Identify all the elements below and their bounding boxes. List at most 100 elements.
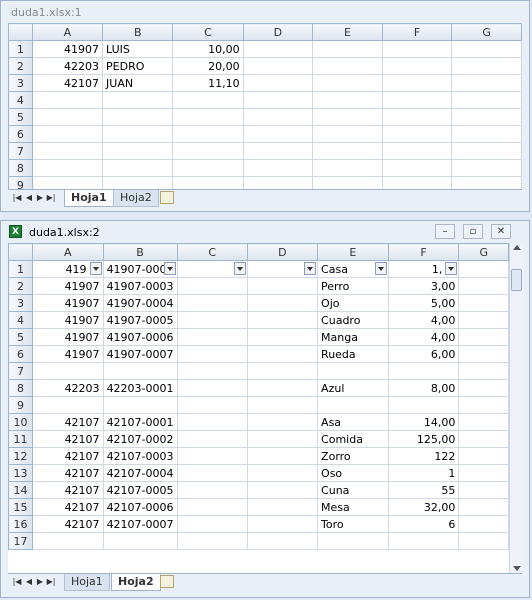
cell-c[interactable]: 20,00 <box>172 57 244 75</box>
cell-b[interactable] <box>102 532 178 550</box>
cell-f[interactable] <box>387 362 460 380</box>
cell-b[interactable]: 41907-0007 <box>102 345 178 363</box>
cell-a[interactable]: 42107 <box>31 515 104 533</box>
cell-d[interactable] <box>246 498 319 516</box>
cell-f[interactable]: 1, <box>387 260 460 278</box>
cell-e[interactable]: Cuna <box>317 481 389 499</box>
window-2-titlebar[interactable]: X duda1.xlsx:2 – ▫ ✕ <box>1 221 529 243</box>
cell-f[interactable] <box>381 142 453 160</box>
cell-f[interactable] <box>381 125 453 143</box>
cell-b[interactable]: 42107-0001 <box>102 413 178 431</box>
row-header[interactable]: 7 <box>8 142 33 160</box>
cell-e[interactable] <box>317 362 389 380</box>
cell-a[interactable] <box>31 532 104 550</box>
cell-b[interactable]: 42107-0007 <box>102 515 178 533</box>
column-header-g[interactable]: G <box>451 23 522 41</box>
filter-dropdown-icon[interactable] <box>89 262 102 275</box>
row-header[interactable]: 1 <box>8 40 33 58</box>
cell-a[interactable] <box>31 396 104 414</box>
cell-e[interactable]: Oso <box>317 464 389 482</box>
cell-a[interactable]: 41907 <box>31 40 104 58</box>
row-header[interactable]: 3 <box>8 294 33 312</box>
cell-a[interactable] <box>31 142 104 160</box>
cell-g[interactable] <box>458 532 509 550</box>
cell-g[interactable] <box>451 74 522 92</box>
filter-dropdown-icon[interactable] <box>233 262 246 275</box>
cell-c[interactable] <box>176 362 248 380</box>
cell-c[interactable] <box>176 328 248 346</box>
window-1-grid[interactable]: A B C D E F G 1 41907 LUIS 10,00 2 42203 PEDRO 20,00 3 4… <box>8 23 522 189</box>
column-header-d[interactable]: D <box>242 23 314 41</box>
cell-f[interactable] <box>381 57 453 75</box>
cell-f[interactable]: 1 <box>387 464 460 482</box>
cell-d[interactable] <box>246 260 319 278</box>
cell-c[interactable] <box>172 125 244 143</box>
cell-a[interactable] <box>31 362 104 380</box>
row-header[interactable]: 8 <box>8 159 33 177</box>
cell-d[interactable] <box>246 464 319 482</box>
column-header-b[interactable]: B <box>102 23 174 41</box>
cell-c[interactable]: 11,10 <box>172 74 244 92</box>
cell-e[interactable]: Toro <box>317 515 389 533</box>
cell-g[interactable] <box>451 125 522 143</box>
cell-d[interactable] <box>242 125 314 143</box>
cell-d[interactable] <box>246 362 319 380</box>
cell-f[interactable] <box>387 532 460 550</box>
cell-c[interactable] <box>176 260 248 278</box>
cell-a[interactable]: 42107 <box>31 413 104 431</box>
cell-f[interactable]: 4,00 <box>387 328 460 346</box>
cell-c[interactable] <box>172 108 244 126</box>
cell-d[interactable] <box>242 159 314 177</box>
cell-e[interactable] <box>312 40 383 58</box>
cell-f[interactable] <box>387 396 460 414</box>
cell-d[interactable] <box>246 396 319 414</box>
cell-b[interactable]: JUAN <box>102 74 174 92</box>
cell-a[interactable]: 41907 <box>31 294 104 312</box>
cell-c[interactable] <box>176 430 248 448</box>
cell-a[interactable]: 42107 <box>31 464 104 482</box>
cell-b[interactable] <box>102 108 174 126</box>
cell-g[interactable] <box>458 481 509 499</box>
cell-e[interactable]: Azul <box>317 379 389 397</box>
cell-c[interactable] <box>176 464 248 482</box>
cell-e[interactable] <box>317 532 389 550</box>
cell-g[interactable] <box>458 362 509 380</box>
cell-g[interactable] <box>458 294 509 312</box>
row-header[interactable]: 7 <box>8 362 33 380</box>
column-header-c[interactable]: C <box>172 23 244 41</box>
cell-a[interactable]: 41907 <box>31 328 104 346</box>
cell-f[interactable] <box>381 91 453 109</box>
row-header[interactable]: 17 <box>8 532 33 550</box>
cell-a[interactable]: 42203 <box>31 379 104 397</box>
row-header[interactable]: 6 <box>8 345 33 363</box>
row-header[interactable]: 2 <box>8 57 33 75</box>
cell-d[interactable] <box>246 413 319 431</box>
cell-c[interactable] <box>176 498 248 516</box>
cell-d[interactable] <box>246 532 319 550</box>
cell-b[interactable]: 41907-0003 <box>102 277 178 295</box>
row-header[interactable]: 14 <box>8 481 33 499</box>
scroll-up-icon[interactable] <box>513 245 521 250</box>
cell-e[interactable]: Asa <box>317 413 389 431</box>
cell-d[interactable] <box>242 176 314 189</box>
cell-c[interactable] <box>176 413 248 431</box>
last-sheet-icon[interactable]: ▶| <box>46 193 56 202</box>
cell-c[interactable] <box>172 176 244 189</box>
tab-hoja1[interactable]: Hoja1 <box>64 190 114 207</box>
cell-a[interactable]: 42107 <box>31 430 104 448</box>
row-header[interactable]: 10 <box>8 413 33 431</box>
cell-c[interactable] <box>172 91 244 109</box>
cell-a[interactable]: 41907 <box>31 311 104 329</box>
cell-e[interactable] <box>317 396 389 414</box>
first-sheet-icon[interactable]: |◀ <box>12 193 22 202</box>
cell-b[interactable] <box>102 176 174 189</box>
cell-f[interactable]: 3,00 <box>387 277 460 295</box>
cell-c[interactable] <box>176 345 248 363</box>
cell-f[interactable] <box>381 74 453 92</box>
close-button[interactable]: ✕ <box>491 224 511 239</box>
column-header-f[interactable]: F <box>381 23 453 41</box>
filter-dropdown-icon[interactable] <box>374 262 387 275</box>
cell-g[interactable] <box>458 430 509 448</box>
cell-f[interactable]: 8,00 <box>387 379 460 397</box>
row-header[interactable]: 5 <box>8 108 33 126</box>
